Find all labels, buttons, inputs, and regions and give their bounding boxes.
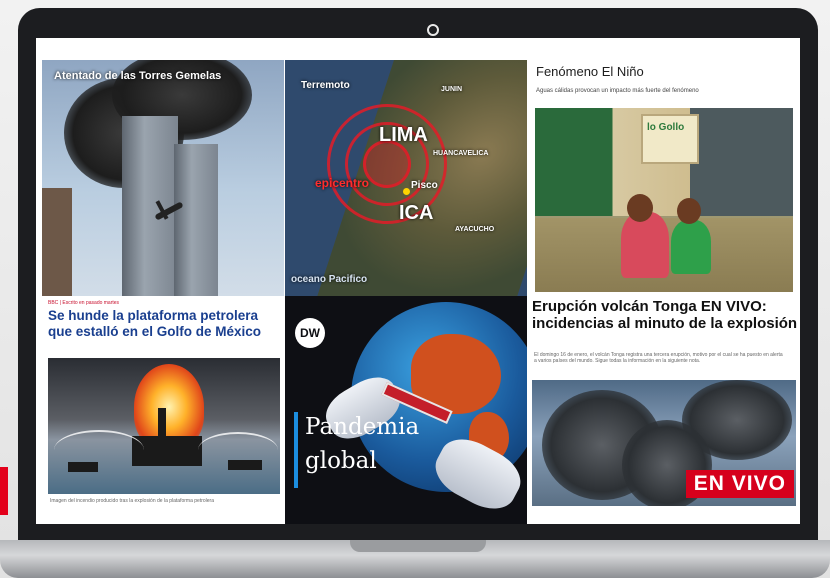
article-kicker: BBC | Escrito en pasado martes bbox=[48, 300, 120, 306]
seismic-ring bbox=[363, 140, 411, 188]
region-junin: JUNIN bbox=[441, 86, 463, 93]
dw-logo: DW bbox=[295, 318, 325, 348]
boat bbox=[68, 462, 98, 472]
flood-photo: lo Gollo bbox=[535, 108, 793, 292]
live-badge: EN VIVO bbox=[685, 470, 794, 498]
city-lima: LIMA bbox=[379, 124, 428, 146]
volcano-photo: EN VIVO bbox=[532, 380, 796, 506]
news-tile-pandemic[interactable]: DW Pandemia global bbox=[285, 296, 527, 524]
ocean-label: oceano Pacifico bbox=[291, 274, 368, 285]
photo-caption: Imagen del incendio producido tras la ex… bbox=[50, 498, 214, 504]
pandemic-title-line1: Pandemia bbox=[305, 414, 420, 440]
stage: Atentado de las Torres Gemelas Terremoto… bbox=[0, 0, 830, 578]
city-marker-icon bbox=[403, 188, 410, 195]
news-tile-el-nino[interactable]: Fenómeno El Niño Aguas cálidas provocan … bbox=[528, 60, 800, 296]
south-tower bbox=[174, 144, 218, 296]
region-huancavelica: HUANCAVELICA bbox=[433, 150, 489, 157]
person-head bbox=[627, 194, 653, 222]
shop-sign: lo Gollo bbox=[641, 114, 699, 164]
person-man bbox=[671, 220, 711, 274]
article-headline[interactable]: Erupción volcán Tonga EN VIVO: incidenci… bbox=[532, 298, 798, 332]
tile-title: Fenómeno El Niño bbox=[536, 64, 644, 79]
oil-fire-photo bbox=[48, 358, 280, 494]
tile-caption: Terremoto bbox=[301, 80, 350, 91]
region-ayacucho: AYACUCHO bbox=[455, 226, 495, 233]
news-tile-twin-towers[interactable]: Atentado de las Torres Gemelas bbox=[42, 60, 284, 296]
title-accent-bar bbox=[294, 412, 298, 488]
city-ica: ICA bbox=[399, 202, 434, 224]
article-summary: El domingo 16 de enero, el volcán Tonga … bbox=[534, 352, 783, 364]
tile-subtitle: Aguas cálidas provocan un impacto más fu… bbox=[536, 88, 699, 94]
person-head bbox=[677, 198, 701, 224]
news-tile-tonga[interactable]: Erupción volcán Tonga EN VIVO: incidenci… bbox=[528, 296, 800, 524]
tile-caption: Atentado de las Torres Gemelas bbox=[54, 70, 222, 82]
laptop-base-notch bbox=[350, 540, 486, 552]
red-accent-tab bbox=[0, 467, 8, 515]
article-headline[interactable]: Se hunde la plataforma petrolera que est… bbox=[48, 308, 280, 340]
webcam-icon bbox=[427, 24, 439, 36]
news-tile-oil-platform[interactable]: BBC | Escrito en pasado martes Se hunde … bbox=[42, 296, 284, 524]
pandemic-title-line2: global bbox=[305, 448, 377, 474]
boat bbox=[228, 460, 262, 470]
person-woman bbox=[621, 212, 669, 278]
news-tile-earthquake[interactable]: Terremoto LIMA ICA Pisco JUNIN HUANCAVEL… bbox=[285, 60, 527, 296]
oil-rig-tower bbox=[158, 408, 166, 438]
laptop-screen: Atentado de las Torres Gemelas Terremoto… bbox=[36, 38, 800, 524]
epicenter-label: epicentro bbox=[315, 176, 370, 190]
city-pisco: Pisco bbox=[411, 180, 438, 191]
building bbox=[42, 188, 72, 296]
